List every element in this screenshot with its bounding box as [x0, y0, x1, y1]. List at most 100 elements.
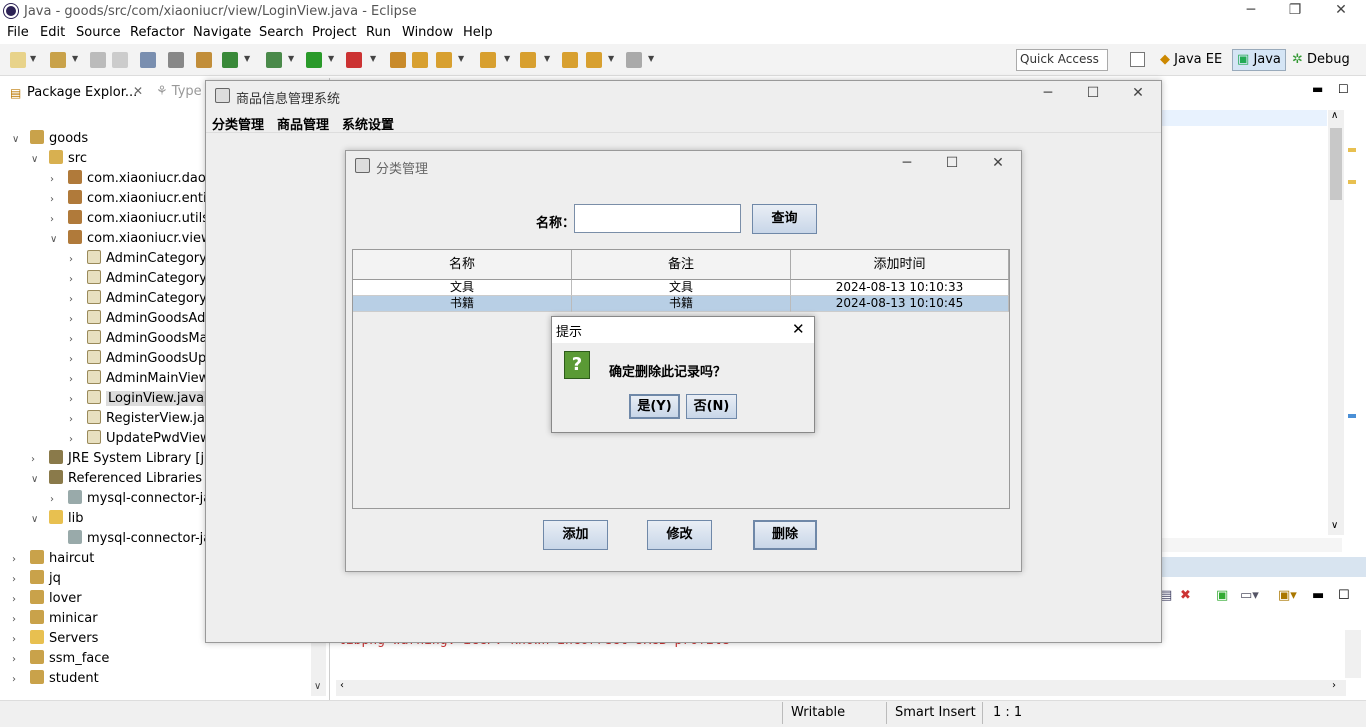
edit-button[interactable]: 修改 [647, 520, 712, 550]
perspective-javaee[interactable]: ◆ Java EE [1160, 52, 1222, 67]
menu-help[interactable]: Help [463, 25, 493, 40]
table-row[interactable]: 书籍 书籍 2024-08-13 10:10:45 [353, 296, 1009, 312]
scroll-left-arrow[interactable]: ‹ [340, 680, 344, 691]
tree-item[interactable]: › mysql-connector-jav [50, 490, 219, 506]
column-header-remark[interactable]: 备注 [572, 250, 791, 280]
tree-item[interactable]: › haircut [12, 550, 94, 566]
chevron-right-icon[interactable]: › [12, 634, 30, 645]
menu-window[interactable]: Window [402, 25, 453, 40]
menu-run[interactable]: Run [366, 25, 391, 40]
run-icon[interactable] [306, 52, 322, 68]
menu-system-settings[interactable]: 系统设置 [342, 114, 394, 133]
editor-horizontal-scrollbar[interactable] [1162, 538, 1342, 552]
add-button[interactable]: 添加 [543, 520, 608, 550]
menu-category-management[interactable]: 分类管理 [212, 114, 264, 133]
debug-icon[interactable] [266, 52, 282, 68]
new-java-project-icon[interactable] [50, 52, 66, 68]
maximize-icon[interactable]: ☐ [937, 155, 967, 171]
chevron-right-icon[interactable]: › [50, 174, 68, 185]
tree-item[interactable]: › jq [12, 570, 61, 586]
open-dropdown-icon[interactable]: ▼ [72, 54, 78, 63]
forward-icon[interactable] [626, 52, 642, 68]
query-button[interactable]: 查询 [752, 204, 817, 234]
run-dropdown-icon[interactable]: ▼ [244, 54, 250, 63]
chevron-right-icon[interactable]: › [12, 674, 30, 685]
close-tab-icon[interactable]: ✕ [133, 84, 143, 98]
open-perspective-icon[interactable] [1130, 52, 1145, 67]
console-maximize-icon[interactable]: ☐ [1338, 588, 1350, 603]
scroll-up-arrow[interactable]: ∧ [1331, 110, 1338, 121]
console-horizontal-scrollbar[interactable] [336, 680, 1346, 696]
remove-launch-icon[interactable]: ✖ [1180, 588, 1191, 603]
search-icon[interactable] [436, 52, 452, 68]
print-icon[interactable] [140, 52, 156, 68]
chevron-down-icon[interactable]: ∨ [31, 154, 49, 165]
scroll-thumb[interactable] [1330, 128, 1342, 200]
console-minimize-icon[interactable]: ▬ [1312, 588, 1324, 603]
display-console-icon[interactable]: ▭▾ [1240, 588, 1259, 603]
tree-item[interactable]: › JRE System Library [jre1 [31, 450, 225, 466]
tree-item[interactable]: › AdminGoodsUpd [69, 350, 214, 366]
tree-item[interactable]: ∨ src [31, 150, 87, 166]
chevron-right-icon[interactable]: › [50, 194, 68, 205]
chevron-right-icon[interactable]: › [12, 574, 30, 585]
chevron-right-icon[interactable]: › [69, 314, 87, 325]
last-edit-icon[interactable] [562, 52, 578, 68]
forward-dropdown-icon[interactable]: ▼ [648, 54, 654, 63]
chevron-right-icon[interactable]: › [50, 214, 68, 225]
tree-item[interactable]: › UpdatePwdView.j [69, 430, 217, 446]
tree-item[interactable]: › student [12, 670, 99, 686]
tab-package-explorer[interactable]: ▤ Package Explor... ✕ [5, 80, 149, 106]
chevron-right-icon[interactable]: › [69, 434, 87, 445]
scroll-right-arrow[interactable]: › [1332, 680, 1336, 691]
editor-vertical-scrollbar[interactable] [1328, 110, 1344, 535]
tree-item[interactable]: ∨ goods [12, 130, 88, 146]
back-dropdown-icon[interactable]: ▼ [608, 54, 614, 63]
close-icon[interactable]: ✕ [983, 155, 1013, 171]
scroll-down-arrow[interactable]: ∨ [314, 681, 321, 692]
table-row[interactable]: 文具 文具 2024-08-13 10:10:33 [353, 280, 1009, 296]
tree-item[interactable]: › AdminCategoryM [69, 270, 218, 286]
run-menu-icon[interactable]: ▼ [328, 54, 334, 63]
name-search-input[interactable] [574, 204, 741, 233]
tree-item[interactable]: › com.xiaoniucr.entity [50, 190, 219, 206]
pin-console-icon[interactable]: ▣ [1216, 588, 1228, 603]
tree-item[interactable]: › Servers [12, 630, 98, 646]
scroll-down-arrow[interactable]: ∨ [1331, 520, 1338, 531]
tree-item[interactable]: › ssm_face [12, 650, 109, 666]
tree-item[interactable]: › minicar [12, 610, 98, 626]
maximize-icon[interactable]: ☐ [1078, 85, 1108, 101]
perspective-debug[interactable]: ✲ Debug [1292, 52, 1350, 67]
open-type-icon[interactable] [390, 52, 406, 68]
open-console-icon[interactable]: ▣▾ [1278, 588, 1297, 603]
tab-type-hierarchy[interactable]: ⚘ Type [156, 84, 202, 99]
save-all-icon[interactable] [112, 52, 128, 68]
tree-item[interactable]: › LoginView.java [69, 390, 207, 406]
annotation-icon[interactable] [480, 52, 496, 68]
chevron-right-icon[interactable]: › [69, 414, 87, 425]
menu-edit[interactable]: Edit [40, 25, 65, 40]
chevron-right-icon[interactable]: › [69, 274, 87, 285]
tree-item[interactable]: › AdminMainView.j [69, 370, 216, 386]
minimize-icon[interactable]: ─ [892, 155, 922, 171]
chevron-down-icon[interactable]: ∨ [31, 514, 49, 525]
chevron-right-icon[interactable]: › [12, 554, 30, 565]
chevron-down-icon[interactable]: ∨ [50, 234, 68, 245]
chevron-right-icon[interactable]: › [69, 294, 87, 305]
tree-item[interactable]: › lover [12, 590, 82, 606]
chevron-right-icon[interactable]: › [12, 594, 30, 605]
yes-button[interactable]: 是(Y) [629, 394, 680, 419]
chevron-right-icon[interactable]: › [12, 614, 30, 625]
chevron-right-icon[interactable]: › [69, 334, 87, 345]
delete-button[interactable]: 删除 [753, 520, 817, 550]
debug-dropdown-icon[interactable]: ▼ [288, 54, 294, 63]
editor-minimize-icon[interactable]: ▬ [1312, 82, 1323, 96]
chevron-right-icon[interactable]: › [69, 354, 87, 365]
search-dropdown-icon[interactable]: ▼ [458, 54, 464, 63]
open-task-icon[interactable] [412, 52, 428, 68]
tree-item[interactable]: ∨ Referenced Libraries [31, 470, 202, 486]
menu-goods-management[interactable]: 商品管理 [277, 114, 329, 133]
next-annotation-icon[interactable] [520, 52, 536, 68]
minimize-icon[interactable]: ─ [1033, 85, 1063, 101]
tree-item[interactable]: › AdminGoodsMar [69, 330, 213, 346]
